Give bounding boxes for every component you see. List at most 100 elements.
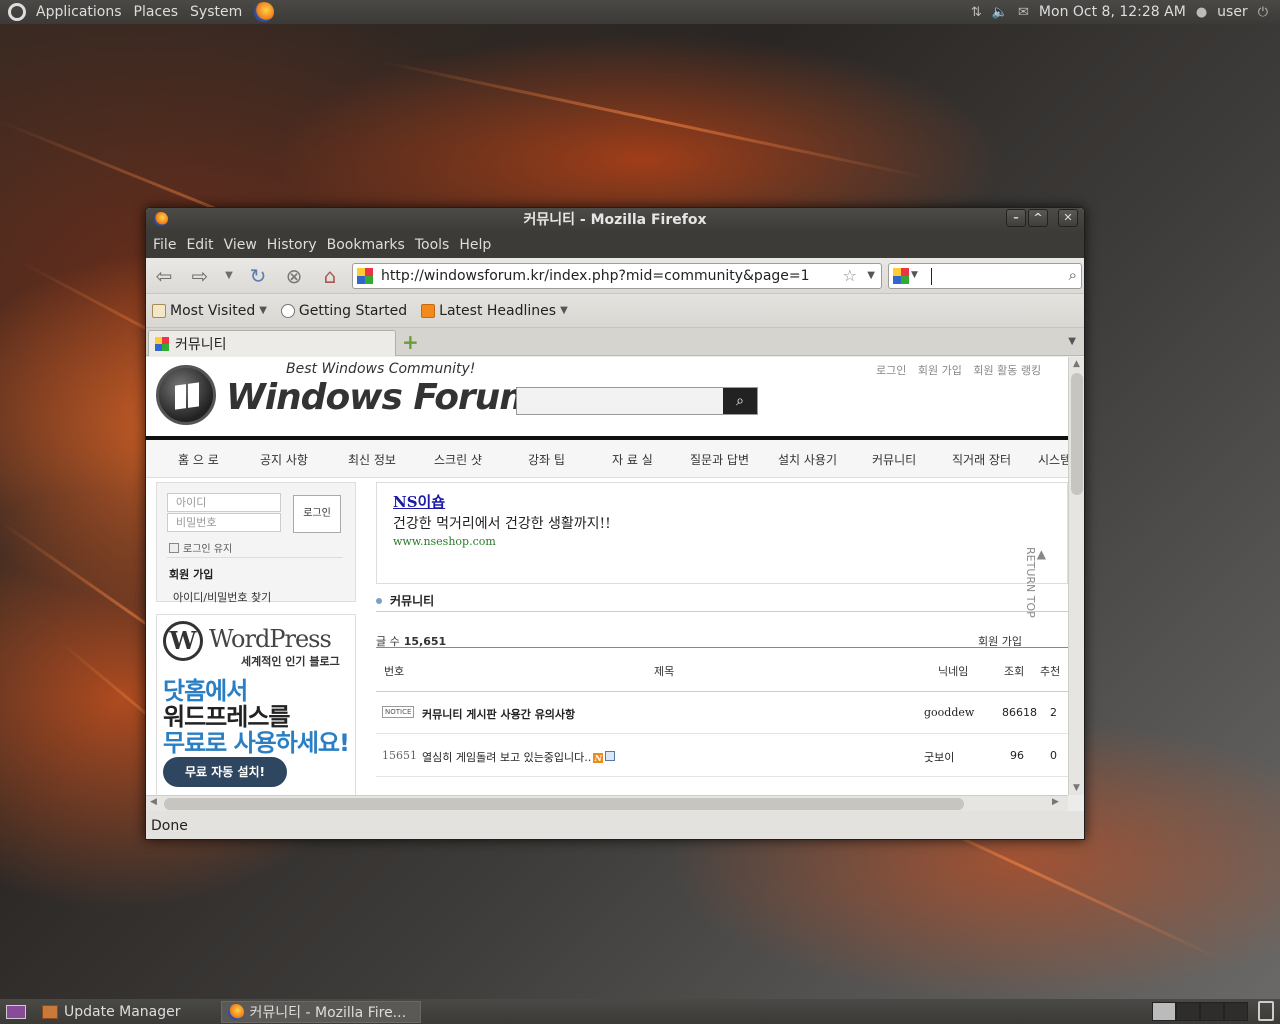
url-dropdown-icon[interactable]: ▼: [867, 270, 875, 281]
ranking-link[interactable]: 회원 활동 랭킹: [973, 364, 1041, 377]
power-icon[interactable]: ⏻: [1258, 5, 1268, 20]
site-search-button[interactable]: ⌕: [723, 388, 757, 414]
url-bar[interactable]: http://windowsforum.kr/index.php?mid=com…: [352, 262, 882, 289]
system-menu[interactable]: System: [184, 4, 248, 20]
bookmark-latest-headlines[interactable]: Latest Headlines ▼: [421, 303, 568, 319]
ns-ad-title[interactable]: NS이숍: [393, 491, 445, 512]
table-row[interactable]: 15651 열심히 게임돌려 보고 있는중입니다.. N 굿보이 96 0: [376, 735, 1068, 777]
user-menu[interactable]: user: [1217, 4, 1248, 20]
post-subject[interactable]: 열심히 게임돌려 보고 있는중입니다.. N: [422, 749, 616, 765]
menu-file[interactable]: File: [148, 237, 181, 253]
login-button[interactable]: 로그인: [293, 495, 341, 533]
clock[interactable]: Mon Oct 8, 12:28 AM: [1039, 4, 1186, 20]
id-input[interactable]: 아이디: [167, 493, 281, 512]
workspace-3[interactable]: [1200, 1002, 1224, 1021]
login-link[interactable]: 로그인: [876, 364, 906, 377]
forward-icon[interactable]: ⇨: [186, 262, 214, 290]
password-input[interactable]: 비밀번호: [167, 513, 281, 532]
menu-tools[interactable]: Tools: [410, 237, 455, 253]
nav-qna[interactable]: 질문과 답변: [690, 451, 749, 468]
menu-history[interactable]: History: [262, 237, 322, 253]
new-tab-icon[interactable]: +: [402, 332, 419, 352]
menu-edit[interactable]: Edit: [181, 237, 218, 253]
bookmark-most-visited[interactable]: Most Visited ▼: [152, 303, 267, 319]
scroll-thumb[interactable]: [1071, 373, 1083, 495]
google-engine-icon[interactable]: [893, 267, 909, 284]
post-author[interactable]: gooddew: [924, 706, 974, 719]
horizontal-scrollbar[interactable]: ◀ ▶: [146, 795, 1068, 811]
nav-downloads[interactable]: 자 료 실: [612, 451, 653, 468]
show-desktop-icon[interactable]: [0, 1001, 36, 1023]
mail-icon[interactable]: ✉: [1018, 5, 1029, 20]
reload-icon[interactable]: ↻: [244, 262, 272, 290]
header-no: 번호: [384, 665, 405, 678]
scroll-down-icon[interactable]: ▼: [1073, 783, 1080, 793]
post-author[interactable]: 굿보이: [924, 749, 954, 765]
return-top-link[interactable]: ▲ RETURN TOP: [1024, 547, 1046, 618]
nav-market[interactable]: 직거래 장터: [952, 451, 1011, 468]
search-bar[interactable]: ▼ ⌕: [888, 262, 1082, 289]
applications-menu[interactable]: Applications: [30, 4, 128, 20]
menu-help[interactable]: Help: [454, 237, 496, 253]
workspace-1[interactable]: [1152, 1002, 1176, 1021]
table-row[interactable]: NOTICE 커뮤니티 게시판 사용간 유의사항 gooddew 86618 2: [376, 692, 1068, 734]
vertical-scrollbar[interactable]: ▲ ▼: [1068, 357, 1084, 795]
scroll-up-icon[interactable]: ▲: [1073, 359, 1080, 369]
nav-system[interactable]: 시스템: [1038, 451, 1068, 468]
nav-tips[interactable]: 강좌 팁: [528, 451, 565, 468]
nav-reviews[interactable]: 설치 사용기: [778, 451, 837, 468]
back-icon[interactable]: ⇦: [150, 262, 178, 290]
ad-install-button[interactable]: 무료 자동 설치!: [163, 757, 287, 787]
trash-icon[interactable]: [1258, 1001, 1274, 1021]
firefox-window-icon[interactable]: [154, 212, 168, 226]
scroll-thumb[interactable]: [164, 798, 964, 810]
maximize-button[interactable]: ^: [1028, 209, 1048, 227]
signup-link[interactable]: 회원 가입: [918, 364, 962, 377]
close-button[interactable]: ✕: [1058, 209, 1078, 227]
nav-news[interactable]: 최신 정보: [348, 451, 396, 468]
ns-ad-url[interactable]: www.nseshop.com: [393, 535, 496, 548]
bookmark-getting-started[interactable]: Getting Started: [280, 303, 407, 319]
search-icon[interactable]: ⌕: [1069, 266, 1077, 284]
volume-icon[interactable]: 🔈: [992, 5, 1008, 20]
network-icon[interactable]: ⇅: [971, 5, 982, 20]
post-subject-text[interactable]: 열심히 게임돌려 보고 있는중입니다..: [422, 751, 591, 764]
minimize-button[interactable]: –: [1006, 209, 1026, 227]
workspace-switcher[interactable]: [1152, 1002, 1248, 1021]
stop-icon[interactable]: ⊗: [280, 262, 308, 290]
places-menu[interactable]: Places: [128, 4, 185, 20]
site-search-input[interactable]: ⌕: [516, 387, 758, 415]
site-identity-icon[interactable]: [357, 267, 373, 284]
find-account-link[interactable]: 아이디/비밀번호 찾기: [173, 589, 271, 605]
join-link[interactable]: 회원 가입: [169, 566, 213, 582]
bookmark-star-icon[interactable]: ☆: [843, 266, 857, 285]
post-subject[interactable]: 커뮤니티 게시판 사용간 유의사항: [422, 706, 575, 722]
nav-home[interactable]: 홈 으 로: [178, 451, 219, 468]
window-titlebar[interactable]: 커뮤니티 - Mozilla Firefox – ^ ✕: [146, 208, 1084, 232]
wordpress-ad[interactable]: W WordPress 세계적인 인기 블로그 닷홈에서 워드프레스를 무료로 …: [156, 614, 356, 795]
tab-community[interactable]: 커뮤니티: [148, 330, 396, 356]
url-text[interactable]: http://windowsforum.kr/index.php?mid=com…: [381, 268, 810, 284]
history-dropdown-icon[interactable]: ▼: [222, 262, 236, 290]
nav-notice[interactable]: 공지 사항: [260, 451, 308, 468]
remember-login-checkbox[interactable]: 로그인 유지: [169, 540, 232, 555]
nav-community[interactable]: 커뮤니티: [872, 451, 916, 468]
scroll-right-icon[interactable]: ▶: [1052, 797, 1059, 807]
scroll-left-icon[interactable]: ◀: [150, 797, 157, 807]
menu-bookmarks[interactable]: Bookmarks: [322, 237, 410, 253]
tab-list-icon[interactable]: ▼: [1068, 336, 1076, 347]
nav-screenshot[interactable]: 스크린 샷: [434, 451, 482, 468]
firefox-launcher-icon[interactable]: [254, 2, 275, 22]
task-update-manager[interactable]: Update Manager: [36, 1001, 187, 1023]
ubuntu-logo-icon[interactable]: [8, 3, 26, 21]
engine-dropdown-icon[interactable]: ▼: [911, 270, 918, 280]
chat-icon[interactable]: ●: [1196, 5, 1207, 20]
checkbox-icon[interactable]: [169, 542, 179, 553]
workspace-2[interactable]: [1176, 1002, 1200, 1021]
task-firefox[interactable]: 커뮤니티 - Mozilla Fire...: [220, 1000, 421, 1023]
site-logo[interactable]: Windows Forum: [226, 377, 537, 418]
menu-view[interactable]: View: [219, 237, 262, 253]
home-icon[interactable]: ⌂: [316, 262, 344, 290]
windows-logo-icon[interactable]: [156, 365, 216, 425]
workspace-4[interactable]: [1224, 1002, 1248, 1021]
